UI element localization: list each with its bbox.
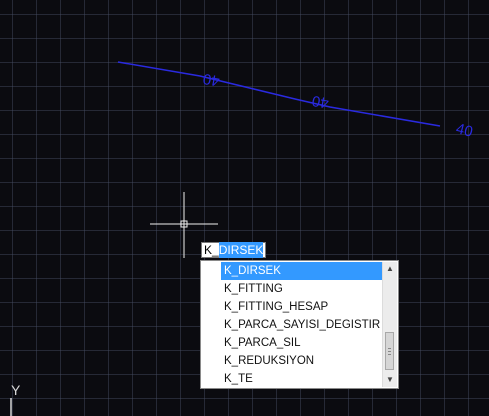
pipe-size-label: 40 <box>310 91 331 112</box>
autocomplete-scrollbar[interactable]: ▲ ▼ <box>382 262 397 387</box>
scroll-up-arrow-icon[interactable]: ▲ <box>383 262 397 276</box>
scrollbar-thumb[interactable] <box>385 332 394 370</box>
pipe-line[interactable] <box>117 61 441 127</box>
command-autocomplete-list[interactable]: K_DIRSEK K_FITTING K_FITTING_HESAP K_PAR… <box>200 260 399 389</box>
pipe-size-label: 40 <box>454 120 475 141</box>
dynamic-command-input[interactable]: K_ DIRSEK <box>201 242 267 258</box>
pipe-size-label: 40 <box>201 69 222 90</box>
autocomplete-item[interactable]: K_FITTING_HESAP <box>221 298 382 316</box>
autocomplete-item[interactable]: K_REDUKSIYON <box>221 352 382 370</box>
autocomplete-item[interactable]: K_PARCA_SIL <box>221 334 382 352</box>
scroll-down-arrow-icon[interactable]: ▼ <box>383 373 397 387</box>
autocomplete-item[interactable]: K_PARCA_SAYISI_DEGISTIR <box>221 316 382 334</box>
autocomplete-items: K_DIRSEK K_FITTING K_FITTING_HESAP K_PAR… <box>221 262 382 388</box>
typed-text: K_ <box>204 243 219 257</box>
autocomplete-item[interactable]: K_DIRSEK <box>221 262 382 280</box>
autocomplete-suggestion-text: DIRSEK <box>218 242 264 258</box>
ucs-y-axis-label: Y <box>11 382 21 398</box>
autocomplete-item[interactable]: K_TE <box>221 370 382 388</box>
autocomplete-item[interactable]: K_FITTING <box>221 280 382 298</box>
